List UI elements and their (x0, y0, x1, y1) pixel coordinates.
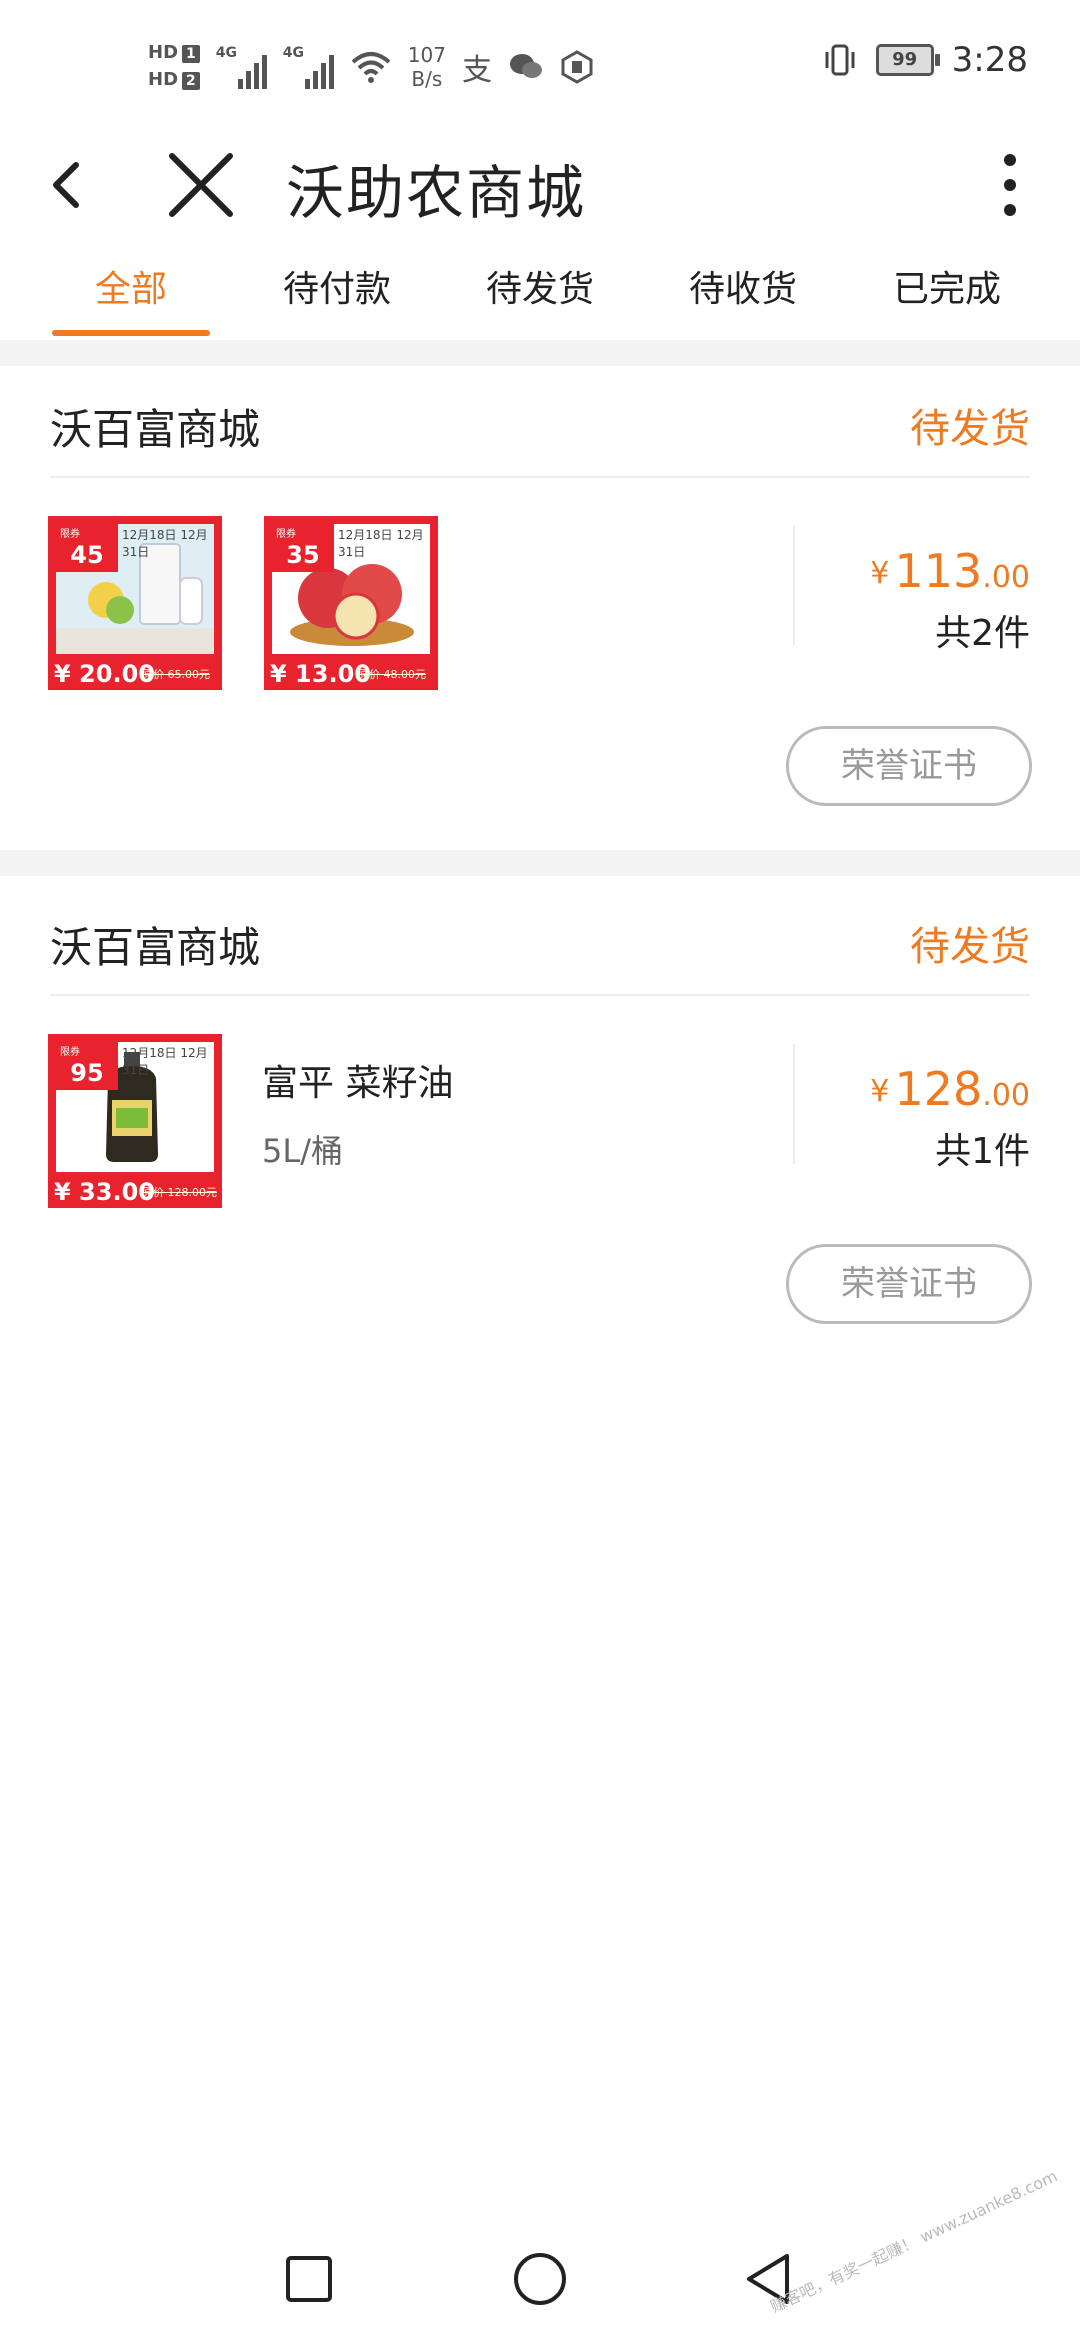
tab-active-indicator (52, 330, 210, 336)
discount-tag: 45 (56, 516, 118, 572)
tab-pending-shipment[interactable]: 待发货 (455, 250, 625, 340)
price-integer: 113 (894, 544, 983, 598)
discount-tag: 35 (272, 516, 334, 572)
speed-value: 107 (407, 43, 446, 67)
tab-all[interactable]: 全部 (46, 250, 216, 340)
shield-icon (561, 50, 593, 84)
back-icon[interactable] (40, 145, 120, 225)
currency-symbol: ¥ (870, 556, 890, 591)
vertical-divider (793, 526, 795, 646)
promo-date: 12月18日 12月31日 (338, 528, 424, 559)
hd-indicators: HD 1 HD 2 (148, 44, 200, 90)
order-total-price: ¥ 128.00 (870, 1062, 1030, 1116)
order-status: 待发货 (910, 924, 1030, 970)
section-gap (0, 340, 1080, 366)
sim2-badge: 2 (182, 72, 200, 90)
promo-date: 12月18日 12月31日 (122, 1046, 208, 1077)
product-thumbnail[interactable]: 35 12月18日 12月31日 ¥ 13.00 原价 48.00元 (264, 516, 438, 690)
sim1-badge: 1 (182, 45, 200, 63)
product-spec: 5L/桶 (262, 1132, 343, 1170)
discount-tag: 95 (56, 1034, 118, 1090)
home-icon[interactable] (505, 2244, 575, 2314)
store-name[interactable]: 沃百富商城 (50, 396, 260, 457)
order-card[interactable]: 沃百富商城 待发货 95 12月18日 12月31日 ¥ 33.00 原价 12… (0, 884, 1080, 1364)
vertical-divider (793, 1044, 795, 1164)
wifi-icon (351, 52, 391, 83)
divider (50, 476, 1030, 478)
hd-sim2: HD 2 (148, 71, 200, 90)
signal-sim1-icon: 4G (216, 45, 267, 89)
vibrate-icon (825, 44, 855, 76)
price-decimal: .00 (982, 560, 1030, 595)
status-bar: HD 1 HD 2 4G 4G 107 B/s 支 99 3:28 (0, 0, 1080, 130)
status-left: HD 1 HD 2 4G 4G 107 B/s 支 (148, 32, 594, 102)
product-thumbnail[interactable]: 95 12月18日 12月31日 ¥ 33.00 原价 128.00元 (48, 1034, 222, 1208)
divider (50, 994, 1030, 996)
title-bar: 沃助农商城 (0, 130, 1080, 240)
thumb-original-price: 原价 48.00元 (358, 668, 426, 681)
more-icon[interactable] (980, 142, 1040, 228)
product-thumbnail[interactable]: 45 12月18日 12月31日 ¥ 20.00 原价 65.00元 (48, 516, 222, 690)
recents-icon[interactable] (274, 2244, 344, 2314)
section-gap (0, 850, 1080, 876)
honor-certificate-button[interactable]: 荣誉证书 (786, 726, 1032, 806)
order-card[interactable]: 沃百富商城 待发货 45 12月18日 12月31日 ¥ 20.00 原价 65… (0, 366, 1080, 846)
honor-certificate-button[interactable]: 荣誉证书 (786, 1244, 1032, 1324)
thumb-price: ¥ 33.00 (54, 1178, 155, 1206)
thumb-price: ¥ 20.00 (54, 660, 155, 688)
hd-label-1: HD (148, 42, 179, 63)
hd-sim1: HD 1 (148, 44, 200, 63)
order-status: 待发货 (910, 406, 1030, 452)
battery-icon: 99 (875, 44, 940, 76)
promo-date: 12月18日 12月31日 (122, 528, 208, 559)
alipay-icon: 支 (461, 53, 492, 88)
clock: 3:28 (951, 40, 1028, 80)
tab-pending-receipt[interactable]: 待收货 (658, 250, 828, 340)
item-count: 共2件 (935, 613, 1030, 654)
price-integer: 128 (894, 1062, 983, 1116)
order-tabs: 全部 待付款 待发货 待收货 已完成 (0, 250, 1080, 340)
store-name[interactable]: 沃百富商城 (50, 914, 260, 975)
item-count: 共1件 (935, 1131, 1030, 1172)
network-speed: 107 B/s (408, 43, 446, 91)
network-type-2: 4G (282, 45, 304, 61)
wechat-icon (509, 54, 542, 78)
network-type-1: 4G (215, 45, 237, 61)
page-title: 沃助农商城 (286, 159, 587, 227)
price-decimal: .00 (982, 1078, 1030, 1113)
tab-pending-payment[interactable]: 待付款 (252, 250, 422, 340)
order-total-price: ¥ 113.00 (870, 544, 1030, 598)
tab-completed[interactable]: 已完成 (862, 250, 1032, 340)
currency-symbol: ¥ (870, 1074, 890, 1109)
speed-unit: B/s (411, 67, 443, 91)
product-name[interactable]: 富平 菜籽油 (262, 1054, 453, 1106)
thumb-price: ¥ 13.00 (270, 660, 371, 688)
thumb-original-price: 原价 128.00元 (142, 1186, 217, 1199)
close-icon[interactable] (158, 142, 244, 228)
hd-label-2: HD (148, 69, 179, 90)
thumb-original-price: 原价 65.00元 (142, 668, 210, 681)
status-right: 99 3:28 (822, 40, 1028, 80)
battery-level: 99 (892, 49, 918, 70)
signal-sim2-icon: 4G (283, 45, 334, 89)
